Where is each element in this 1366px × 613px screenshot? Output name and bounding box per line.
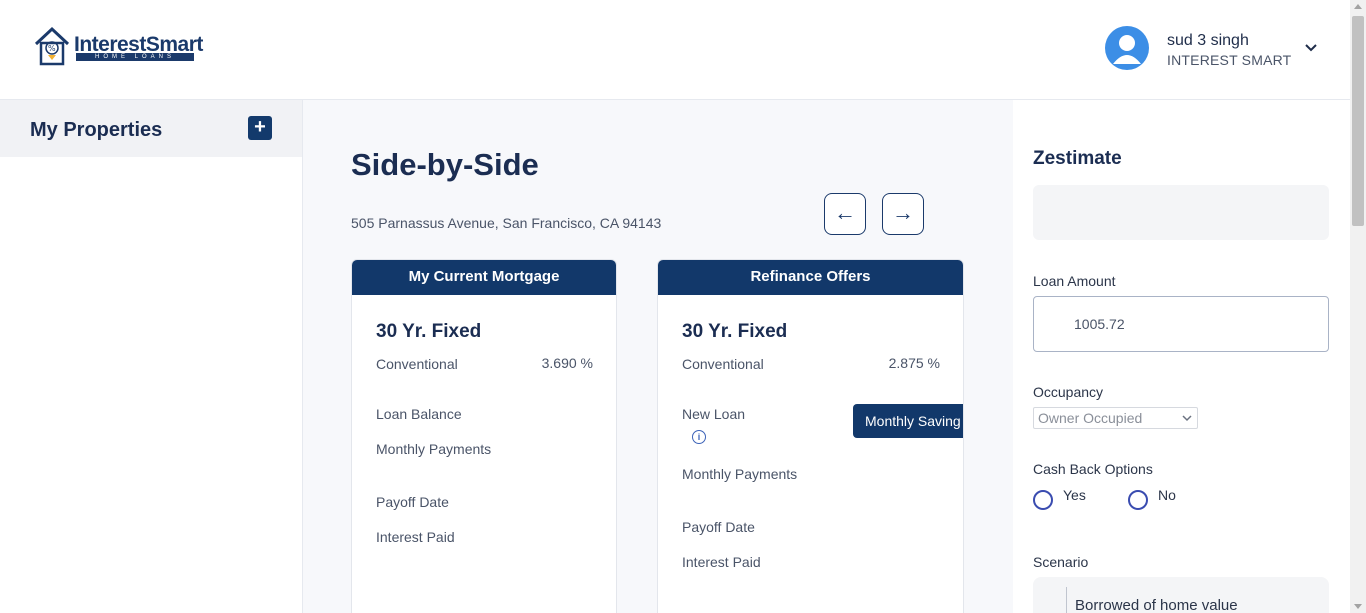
monthly-payments-label: Monthly Payments (376, 441, 492, 457)
new-loan-label: New Loan (682, 406, 746, 422)
top-header: % InterestSmart HOME LOANS sud 3 singh I… (0, 0, 1350, 100)
scroll-thumb[interactable] (1352, 16, 1364, 226)
monthly-payments-label: Monthly Payments (682, 466, 798, 482)
user-menu[interactable]: sud 3 singh INTEREST SMART (1105, 26, 1325, 72)
add-property-button[interactable]: + (248, 116, 272, 140)
loan-type: 30 Yr. Fixed (682, 321, 788, 342)
svg-text:%: % (48, 44, 56, 53)
previous-button[interactable]: ← (824, 193, 866, 235)
zestimate-title: Zestimate (1033, 148, 1122, 169)
chevron-down-icon (1182, 415, 1192, 422)
chevron-down-icon[interactable] (1303, 40, 1319, 56)
sidebar-header: My Properties + (0, 100, 302, 157)
logo[interactable]: % InterestSmart HOME LOANS (32, 24, 203, 70)
cashback-yes-label: Yes (1063, 487, 1086, 503)
monthly-saving-button[interactable]: Monthly Saving (853, 404, 963, 438)
cashback-no-radio[interactable] (1128, 490, 1148, 510)
sidebar: My Properties + (0, 100, 303, 613)
page-scrollbar[interactable] (1350, 0, 1366, 613)
next-button[interactable]: → (882, 193, 924, 235)
occupancy-label: Occupancy (1033, 384, 1104, 400)
scroll-down-arrow-icon[interactable] (1354, 604, 1362, 609)
cashback-no-label: No (1158, 487, 1176, 503)
user-avatar-icon (1113, 35, 1141, 64)
current-mortgage-card: My Current Mortgage 30 Yr. Fixed Convent… (351, 259, 617, 613)
payoff-date-label: Payoff Date (376, 494, 449, 510)
property-address: 505 Parnassus Avenue, San Francisco, CA … (351, 215, 662, 231)
logo-sub-text: HOME LOANS (76, 53, 194, 61)
page-title: Side-by-Side (351, 147, 539, 182)
loan-balance-label: Loan Balance (376, 406, 462, 422)
sidebar-title: My Properties (30, 119, 163, 141)
scenario-box[interactable]: Borrowed of home value (1033, 577, 1329, 613)
interest-rate: 3.690 % (541, 355, 593, 371)
interest-paid-label: Interest Paid (376, 529, 455, 545)
scroll-up-arrow-icon[interactable] (1354, 4, 1362, 9)
refinance-offers-header: Refinance Offers (658, 260, 963, 295)
occupancy-select-value: Owner Occupied (1038, 410, 1143, 426)
user-name: sud 3 singh (1167, 32, 1249, 49)
scenario-label: Scenario (1033, 554, 1089, 570)
refinance-offers-card: Refinance Offers 30 Yr. Fixed Convention… (657, 259, 964, 613)
loan-kind: Conventional (682, 356, 764, 372)
loan-type: 30 Yr. Fixed (376, 321, 482, 342)
loan-kind: Conventional (376, 356, 458, 372)
payoff-date-label: Payoff Date (682, 519, 755, 535)
cashback-yes-radio[interactable] (1033, 490, 1053, 510)
avatar[interactable] (1105, 26, 1149, 70)
loan-amount-input[interactable]: 1005.72 (1033, 296, 1329, 352)
loan-amount-label: Loan Amount (1033, 273, 1116, 289)
occupancy-select[interactable]: Owner Occupied (1033, 407, 1198, 429)
scenario-divider (1066, 587, 1067, 613)
info-icon[interactable]: i (692, 430, 706, 444)
interest-paid-label: Interest Paid (682, 554, 761, 570)
cashback-label: Cash Back Options (1033, 461, 1153, 477)
right-panel: Zestimate Loan Amount 1005.72 Occupancy … (1013, 100, 1350, 613)
user-org: INTEREST SMART (1167, 52, 1292, 68)
main-content: Side-by-Side 505 Parnassus Avenue, San F… (303, 100, 1013, 613)
zestimate-box (1033, 185, 1329, 240)
current-mortgage-header: My Current Mortgage (352, 260, 616, 295)
house-logo-icon: % (34, 26, 70, 66)
scenario-text: Borrowed of home value (1075, 597, 1238, 613)
interest-rate: 2.875 % (888, 355, 940, 371)
